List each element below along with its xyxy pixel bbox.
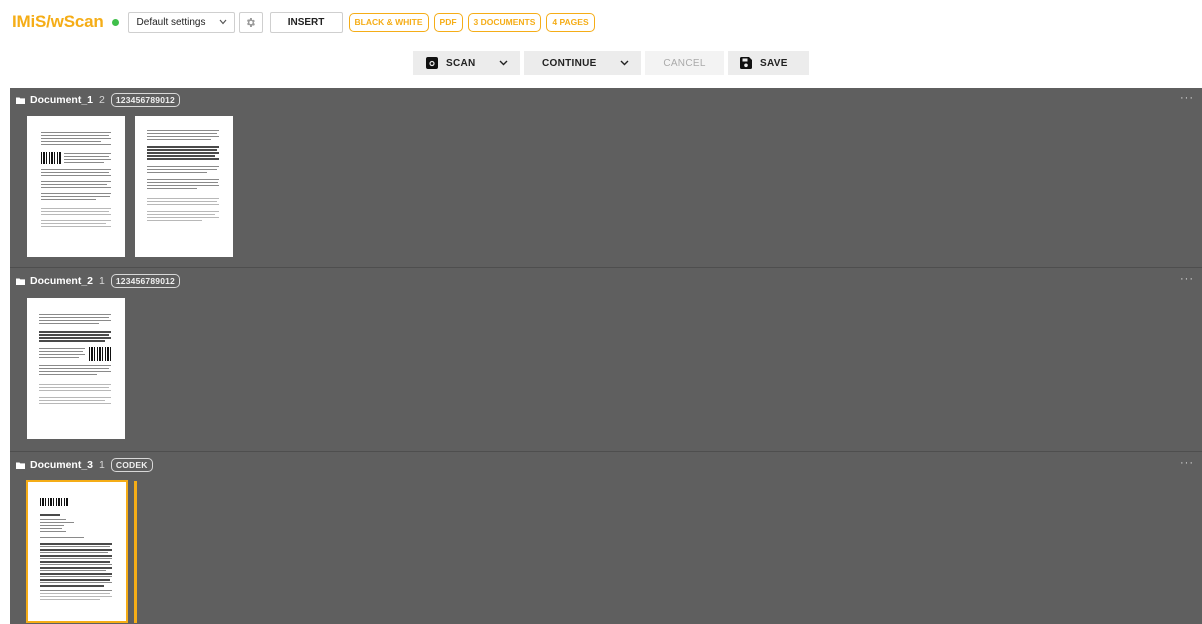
- pages-count-chip[interactable]: 4 PAGES: [546, 12, 595, 32]
- more-horizontal-icon[interactable]: ···: [1180, 457, 1194, 469]
- document-page-count: 1: [99, 275, 105, 287]
- color-mode-chip[interactable]: BLACK & WHITE: [348, 12, 429, 32]
- continue-button[interactable]: CONTINUE: [524, 51, 641, 75]
- action-bar: SCAN CONTINUE CANCEL SAVE: [413, 51, 809, 75]
- gear-icon: [245, 17, 256, 28]
- document-group: Document_3 1 CODEK ···: [10, 453, 1202, 624]
- chevron-down-icon[interactable]: [620, 60, 629, 66]
- scan-label: SCAN: [446, 57, 476, 69]
- insert-button[interactable]: INSERT: [269, 11, 343, 33]
- app-logo: IMiS/wScan: [12, 12, 104, 31]
- document-header[interactable]: Document_2 1 123456789012 ···: [10, 269, 1202, 293]
- folder-icon: [16, 462, 25, 469]
- document-workspace: Document_1 2 123456789012 ··· Document_2…: [10, 88, 1202, 624]
- cancel-button[interactable]: CANCEL: [645, 51, 724, 75]
- floppy-disk-icon: [740, 57, 752, 69]
- barcode-image: [41, 152, 61, 164]
- barcode-image: [89, 347, 111, 361]
- document-header[interactable]: Document_3 1 CODEK ···: [10, 453, 1202, 477]
- document-page-count: 2: [99, 94, 105, 106]
- page-thumbnail[interactable]: [27, 116, 125, 257]
- page-thumbnail[interactable]: [27, 298, 125, 439]
- format-chip[interactable]: PDF: [433, 12, 463, 32]
- chevron-down-icon: [219, 17, 227, 27]
- document-barcode-badge: 123456789012: [110, 274, 180, 288]
- page-thumbnail[interactable]: [135, 116, 233, 257]
- document-name: Document_1: [30, 94, 94, 106]
- barcode-image: [40, 498, 68, 506]
- page-thumbnail-selected[interactable]: [26, 480, 128, 623]
- document-group: Document_1 2 123456789012 ···: [10, 88, 1202, 268]
- document-name: Document_2: [30, 275, 94, 287]
- folder-icon: [16, 278, 25, 285]
- save-button[interactable]: SAVE: [728, 51, 809, 75]
- more-horizontal-icon[interactable]: ···: [1180, 273, 1194, 285]
- document-header[interactable]: Document_1 2 123456789012 ···: [10, 88, 1202, 112]
- folder-icon: [16, 97, 25, 104]
- status-dot-icon: [111, 18, 119, 26]
- document-barcode-badge: 123456789012: [110, 93, 180, 107]
- more-horizontal-icon[interactable]: ···: [1180, 92, 1194, 104]
- settings-select-value: Default settings: [136, 16, 206, 28]
- settings-gear-button[interactable]: [238, 11, 263, 33]
- chevron-down-icon[interactable]: [499, 60, 508, 66]
- top-bar: IMiS/wScan Default settings INSERT BLACK…: [0, 0, 1202, 44]
- scan-button[interactable]: SCAN: [413, 51, 520, 75]
- settings-select[interactable]: Default settings: [127, 11, 235, 33]
- save-label: SAVE: [760, 57, 788, 69]
- document-group: Document_2 1 123456789012 ···: [10, 269, 1202, 452]
- camera-icon: [426, 57, 438, 69]
- document-page-count: 1: [99, 459, 105, 471]
- insert-position-marker: [134, 481, 137, 623]
- documents-count-chip[interactable]: 3 DOCUMENTS: [467, 12, 542, 32]
- document-name: Document_3: [30, 459, 94, 471]
- document-barcode-badge: CODEK: [110, 458, 153, 472]
- continue-label: CONTINUE: [542, 57, 597, 69]
